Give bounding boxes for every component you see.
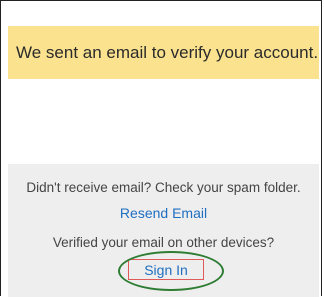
other-devices-prompt: Verified your email on other devices? [52,235,275,250]
sign-in-link[interactable]: Sign In [128,259,204,280]
spam-hint-text: Didn't receive email? Check your spam fo… [26,180,301,195]
help-panel: Didn't receive email? Check your spam fo… [8,164,319,297]
resend-email-link[interactable]: Resend Email [8,205,319,221]
verification-screen: We sent an email to verify your account.… [0,0,322,297]
verification-message: We sent an email to verify your account. [16,42,319,62]
verification-banner: We sent an email to verify your account. [8,26,319,79]
